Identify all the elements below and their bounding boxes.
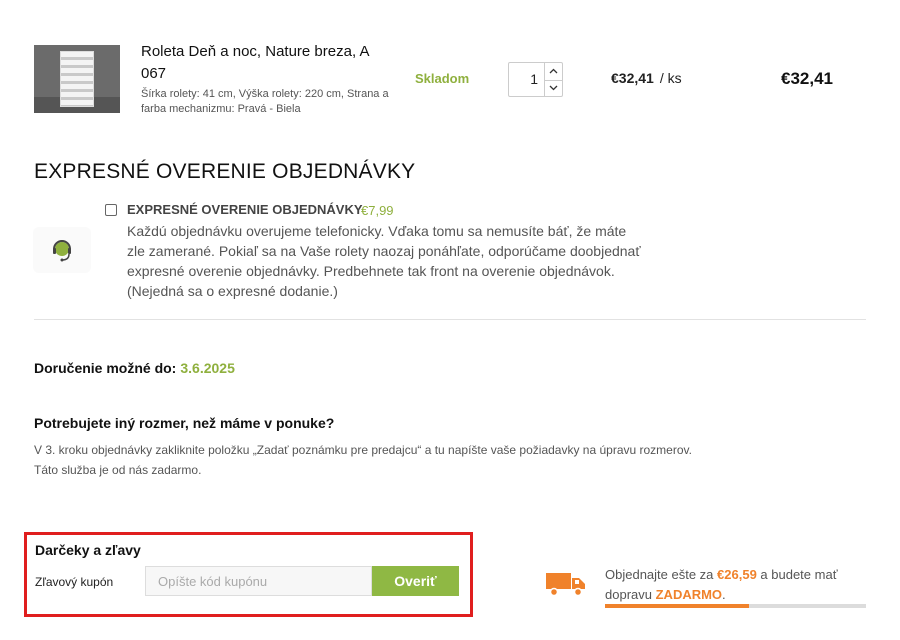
quantity-increase-button[interactable] — [545, 63, 562, 80]
line-total: €32,41 — [781, 69, 833, 88]
quantity-buttons — [544, 63, 562, 96]
headset-icon-graphic — [53, 240, 71, 262]
express-verification-checkbox[interactable] — [105, 204, 117, 216]
truck-icon — [546, 573, 585, 597]
quantity-value[interactable]: 1 — [530, 71, 538, 87]
custom-size-description: V 3. kroku objednávky zakliknite položku… — [34, 440, 774, 480]
unit-price: €32,41 / ks — [611, 70, 682, 86]
delivery-date: 3.6.2025 — [180, 360, 235, 376]
thumbnail-blind — [60, 51, 94, 107]
custom-size-line-1: V 3. kroku objednávky zakliknite položku… — [34, 443, 692, 457]
express-section-title: EXPRESNÉ OVERENIE OBJEDNÁVKY — [34, 160, 416, 183]
headset-icon — [33, 227, 91, 273]
custom-size-line-2: Táto služba je od nás zadarmo. — [34, 463, 202, 477]
express-option-price: €7,99 — [361, 203, 394, 218]
coupon-label: Zľavový kupón — [35, 575, 114, 589]
product-specs: Šírka rolety: 41 cm, Výška rolety: 220 c… — [141, 88, 389, 115]
chevron-down-icon — [549, 85, 558, 91]
verify-coupon-button[interactable]: Overiť — [372, 566, 459, 596]
delivery-label: Doručenie možné do: — [34, 360, 177, 376]
chevron-up-icon — [549, 68, 558, 74]
section-divider — [34, 319, 866, 320]
product-name[interactable]: Roleta Deň a noc, Nature breza, A 067 — [141, 41, 391, 85]
unit-price-value: €32,41 — [611, 70, 654, 86]
custom-size-title: Potrebujete iný rozmer, než máme v ponuk… — [34, 415, 335, 431]
unit-price-unit: / ks — [659, 70, 682, 86]
express-option-label[interactable]: EXPRESNÉ OVERENIE OBJEDNÁVKY — [127, 202, 363, 217]
stock-status: Skladom — [415, 71, 470, 86]
free-shipping-progress — [605, 604, 866, 608]
free-shipping-amount: €26,59 — [717, 567, 757, 582]
product-thumbnail[interactable] — [34, 45, 120, 113]
free-shipping-suffix: . — [722, 587, 726, 602]
express-description: Každú objednávku overujeme telefonicky. … — [127, 223, 641, 299]
quantity-stepper[interactable]: 1 — [508, 62, 563, 97]
free-shipping-prefix: Objednajte ešte za — [605, 567, 714, 582]
free-shipping-progress-fill — [605, 604, 749, 608]
free-shipping-message: Objednajte ešte za €26,59 a budete mať d… — [605, 565, 867, 605]
free-shipping-free: ZADARMO — [655, 587, 723, 602]
delivery-estimate: Doručenie možné do: 3.6.2025 — [34, 360, 235, 376]
quantity-decrease-button[interactable] — [545, 79, 562, 97]
coupon-section: Darčeky a zľavy Zľavový kupón Overiť — [24, 532, 473, 617]
coupon-title: Darčeky a zľavy — [35, 542, 141, 558]
coupon-code-input[interactable] — [145, 566, 372, 596]
